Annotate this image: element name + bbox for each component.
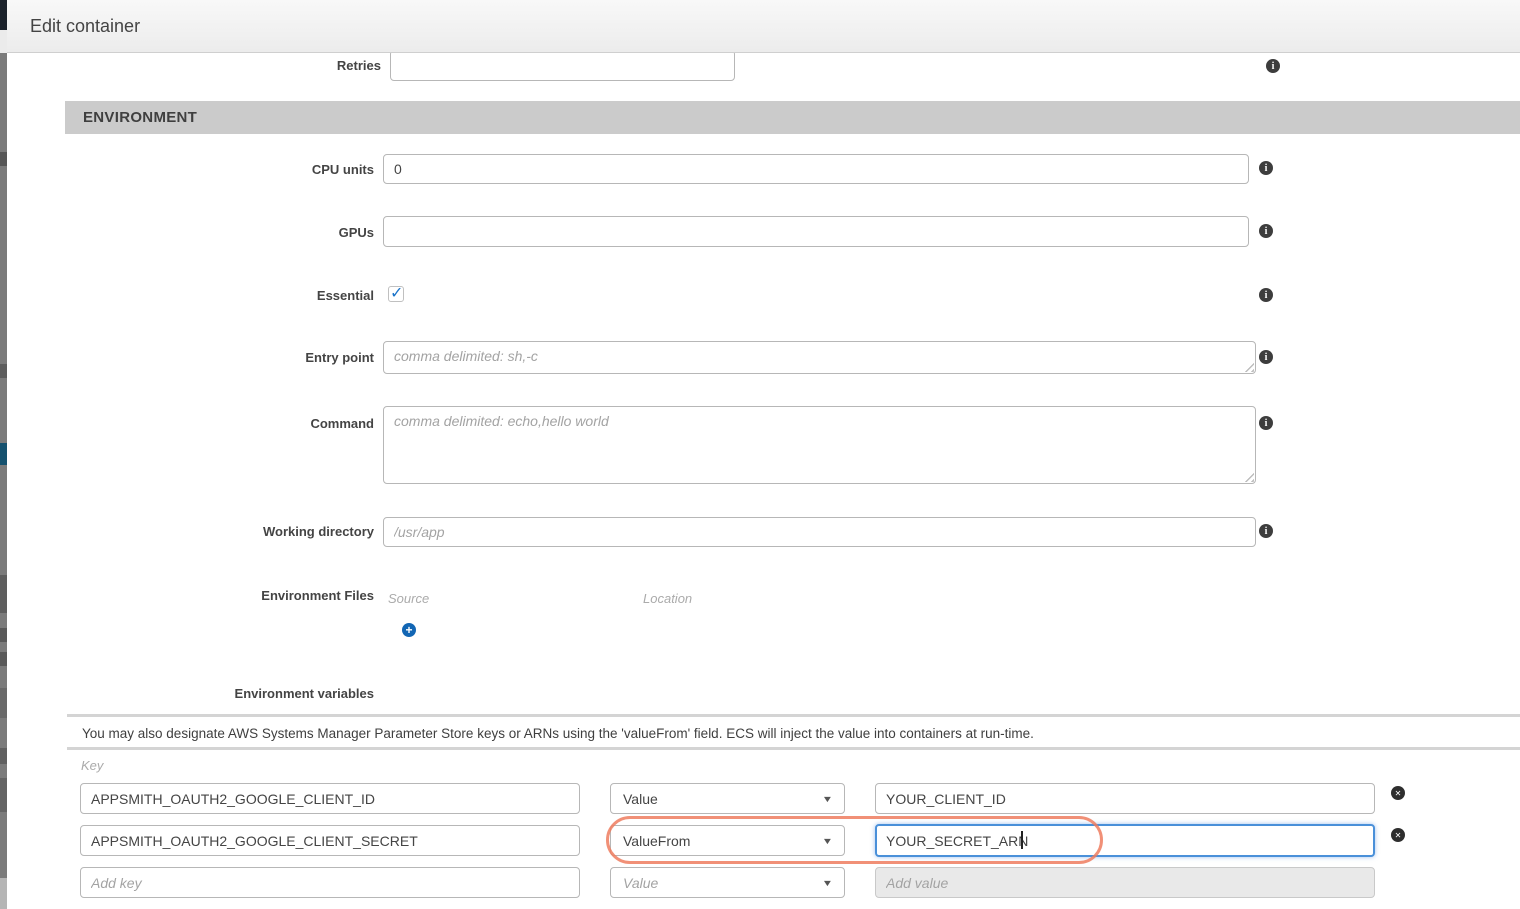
delete-row-icon[interactable]: ✕ (1391, 786, 1405, 800)
retries-label: Retries (107, 58, 381, 73)
environment-variables-label: Environment variables (100, 686, 374, 701)
env-var-add-key-input[interactable] (80, 867, 580, 898)
divider (67, 747, 1520, 750)
bg-text-fleck (0, 628, 7, 642)
cpu-units-label: CPU units (100, 162, 374, 177)
bg-dark-sliver (0, 575, 7, 613)
entry-point-label: Entry point (100, 350, 374, 365)
info-icon[interactable]: i (1266, 59, 1280, 73)
info-icon[interactable]: i (1259, 350, 1273, 364)
bg-text-fleck (0, 652, 7, 666)
info-icon[interactable]: i (1259, 224, 1273, 238)
bg-top-nav-sliver (0, 0, 7, 30)
bg-header-sliver (0, 30, 7, 53)
info-icon[interactable]: i (1259, 161, 1273, 175)
background-page-strip (0, 0, 7, 909)
env-var-type-select[interactable]: ValueFrom ▼ (610, 825, 845, 856)
environment-section-title: ENVIRONMENT (83, 109, 197, 126)
command-label: Command (100, 416, 374, 431)
info-icon[interactable]: i (1259, 288, 1273, 302)
env-files-location-header: Location (643, 591, 692, 606)
command-textarea[interactable] (383, 406, 1256, 484)
info-icon[interactable]: i (1259, 416, 1273, 430)
selected-option: Value (623, 875, 658, 891)
divider (67, 714, 1520, 717)
checkmark-icon: ✓ (390, 283, 403, 303)
retries-input[interactable] (390, 50, 735, 81)
env-var-value-input[interactable] (875, 824, 1375, 857)
env-vars-key-header: Key (81, 758, 103, 773)
delete-row-icon[interactable]: ✕ (1391, 828, 1405, 842)
env-var-add-value-input[interactable] (875, 867, 1375, 898)
text-caret (1021, 831, 1023, 849)
env-vars-note: You may also designate AWS Systems Manag… (82, 726, 1034, 741)
panel-title: Edit container (30, 16, 140, 37)
environment-files-label: Environment Files (100, 588, 374, 603)
bg-dark-sliver (0, 778, 7, 812)
gpus-input[interactable] (383, 216, 1249, 247)
selected-option: ValueFrom (623, 833, 690, 849)
bg-text-fleck (0, 748, 7, 764)
bg-text-fleck (0, 152, 7, 166)
gpus-label: GPUs (100, 225, 374, 240)
bg-light-sliver (0, 878, 7, 909)
cpu-units-input[interactable] (383, 154, 1249, 184)
working-directory-input[interactable] (383, 517, 1256, 547)
working-directory-label: Working directory (100, 524, 374, 539)
chevron-down-icon: ▼ (822, 836, 834, 846)
env-files-source-header: Source (388, 591, 429, 606)
selected-option: Value (623, 791, 658, 807)
bg-dark-sliver (0, 688, 7, 718)
environment-section-header: ENVIRONMENT (65, 101, 1520, 134)
add-environment-file-button[interactable]: + (402, 623, 416, 637)
chevron-down-icon: ▼ (822, 794, 834, 804)
bg-text-fleck (0, 364, 7, 378)
bg-blue-button-sliver (0, 443, 7, 465)
env-var-type-select[interactable]: Value ▼ (610, 867, 845, 898)
env-var-key-input[interactable] (80, 783, 580, 814)
panel-header: Edit container (7, 0, 1520, 53)
essential-checkbox[interactable]: ✓ (388, 286, 404, 302)
env-var-type-select[interactable]: Value ▼ (610, 783, 845, 814)
env-var-value-input[interactable] (875, 783, 1375, 814)
entry-point-textarea[interactable] (383, 341, 1256, 374)
chevron-down-icon: ▼ (822, 878, 834, 888)
env-var-key-input[interactable] (80, 825, 580, 856)
info-icon[interactable]: i (1259, 524, 1273, 538)
essential-label: Essential (100, 288, 374, 303)
